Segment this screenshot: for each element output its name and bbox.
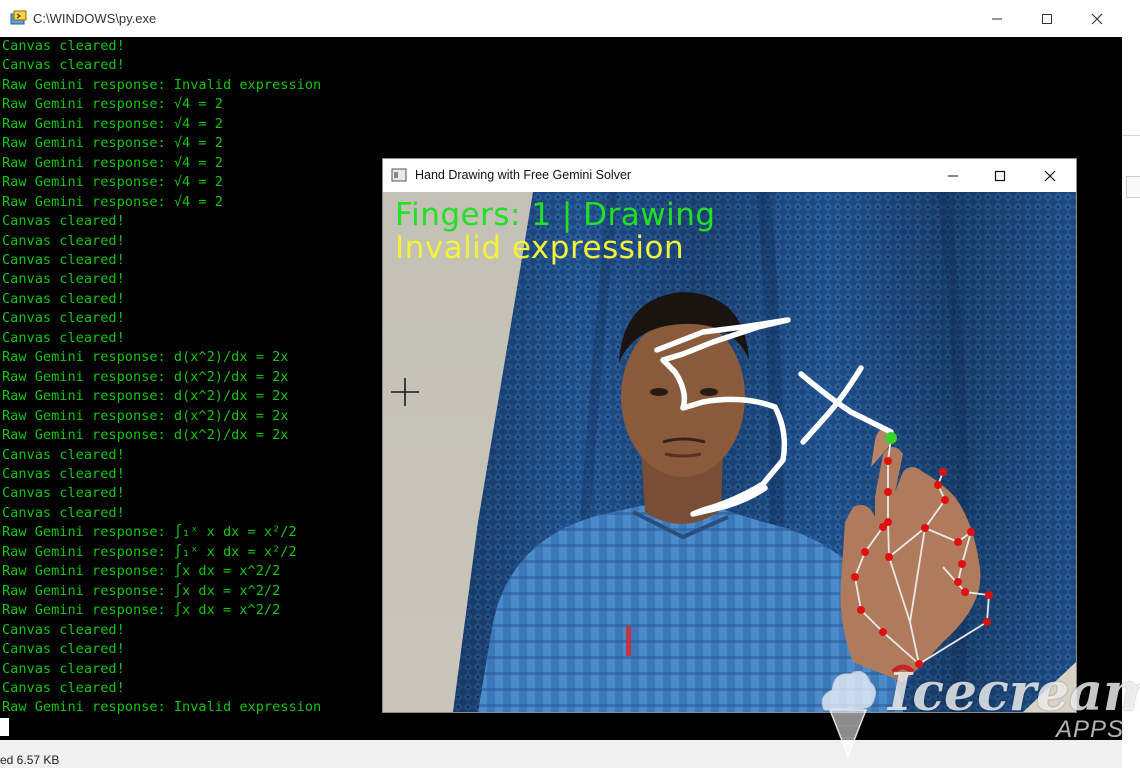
console-line: Raw Gemini response: Invalid expression bbox=[2, 699, 322, 716]
console-line: Canvas cleared! bbox=[2, 290, 125, 307]
console-line: Canvas cleared! bbox=[2, 329, 125, 346]
camera-feed: Fingers: 1 | Drawing Invalid expression bbox=[383, 192, 1076, 712]
camera-titlebar[interactable]: Hand Drawing with Free Gemini Solver bbox=[383, 159, 1076, 192]
console-line: Raw Gemini response: ∫₁ˣ x dx = x²/2 bbox=[2, 524, 297, 541]
console-title: C:\WINDOWS\py.exe bbox=[33, 11, 157, 26]
console-line: Raw Gemini response: d(x^2)/dx = 2x bbox=[2, 349, 289, 366]
console-line: Canvas cleared! bbox=[2, 57, 125, 74]
console-line: Raw Gemini response: √4 = 2 bbox=[2, 174, 223, 191]
console-line: Raw Gemini response: Invalid expression bbox=[2, 76, 322, 93]
console-line: Raw Gemini response: √4 = 2 bbox=[2, 135, 223, 152]
console-line: Canvas cleared! bbox=[2, 465, 125, 482]
console-line: Raw Gemini response: d(x^2)/dx = 2x bbox=[2, 407, 289, 424]
camera-close-button[interactable] bbox=[1027, 159, 1073, 192]
console-line: Canvas cleared! bbox=[2, 485, 125, 502]
console-line: Canvas cleared! bbox=[2, 660, 125, 677]
console-line: Raw Gemini response: d(x^2)/dx = 2x bbox=[2, 388, 289, 405]
console-line: Canvas cleared! bbox=[2, 641, 125, 658]
console-line: Raw Gemini response: ∫x dx = x^2/2 bbox=[2, 602, 281, 619]
console-line: Raw Gemini response: √4 = 2 bbox=[2, 96, 223, 113]
minimize-icon bbox=[992, 18, 1002, 19]
close-icon bbox=[1044, 170, 1056, 181]
divider bbox=[1122, 135, 1140, 136]
fingertip-cursor bbox=[885, 432, 897, 444]
console-line: Raw Gemini response: ∫x dx = x^2/2 bbox=[2, 563, 281, 580]
maximize-icon bbox=[994, 170, 1006, 181]
console-line: Canvas cleared! bbox=[2, 271, 125, 288]
console-line: Canvas cleared! bbox=[2, 446, 125, 463]
console-line: Canvas cleared! bbox=[2, 213, 125, 230]
background-control bbox=[1126, 176, 1140, 198]
camera-maximize-button[interactable] bbox=[977, 159, 1023, 192]
console-minimize-button[interactable] bbox=[974, 0, 1020, 37]
camera-window[interactable]: Hand Drawing with Free Gemini Solver Fin… bbox=[383, 159, 1076, 712]
finger-status-text: Fingers: 1 | Drawing bbox=[395, 197, 716, 233]
webcam-frame bbox=[383, 192, 1076, 712]
camera-minimize-button[interactable] bbox=[930, 159, 976, 192]
terminal-icon bbox=[10, 10, 27, 25]
opencv-window-icon bbox=[391, 168, 407, 182]
background-window bbox=[1122, 0, 1140, 768]
console-line: Raw Gemini response: ∫x dx = x^2/2 bbox=[2, 582, 281, 599]
console-maximize-button[interactable] bbox=[1024, 0, 1070, 37]
console-line: Canvas cleared! bbox=[2, 232, 125, 249]
console-line: Canvas cleared! bbox=[2, 621, 125, 638]
download-status-text: ed 6.57 KB bbox=[0, 753, 60, 767]
solver-result-text: Invalid expression bbox=[395, 230, 685, 266]
console-line: Canvas cleared! bbox=[2, 38, 125, 54]
console-close-button[interactable] bbox=[1074, 0, 1120, 37]
text-cursor bbox=[0, 718, 9, 736]
close-icon bbox=[1091, 13, 1103, 24]
camera-window-title: Hand Drawing with Free Gemini Solver bbox=[415, 168, 632, 182]
console-line: Canvas cleared! bbox=[2, 251, 125, 268]
maximize-icon bbox=[1042, 13, 1052, 24]
console-line: Canvas cleared! bbox=[2, 679, 125, 696]
console-line: Raw Gemini response: √4 = 2 bbox=[2, 115, 223, 132]
console-line: Raw Gemini response: d(x^2)/dx = 2x bbox=[2, 427, 289, 444]
console-line: Canvas cleared! bbox=[2, 504, 125, 521]
console-line: Raw Gemini response: √4 = 2 bbox=[2, 193, 223, 210]
console-output: Canvas cleared! Canvas cleared! Raw Gemini… bbox=[2, 37, 321, 718]
minimize-icon bbox=[948, 175, 958, 176]
console-titlebar[interactable]: C:\WINDOWS\py.exe bbox=[0, 0, 1122, 37]
console-line: Canvas cleared! bbox=[2, 310, 125, 327]
console-line: Raw Gemini response: d(x^2)/dx = 2x bbox=[2, 368, 289, 385]
console-line: Raw Gemini response: ∫₁ˣ x dx = x²/2 bbox=[2, 543, 297, 560]
console-line: Raw Gemini response: √4 = 2 bbox=[2, 154, 223, 171]
